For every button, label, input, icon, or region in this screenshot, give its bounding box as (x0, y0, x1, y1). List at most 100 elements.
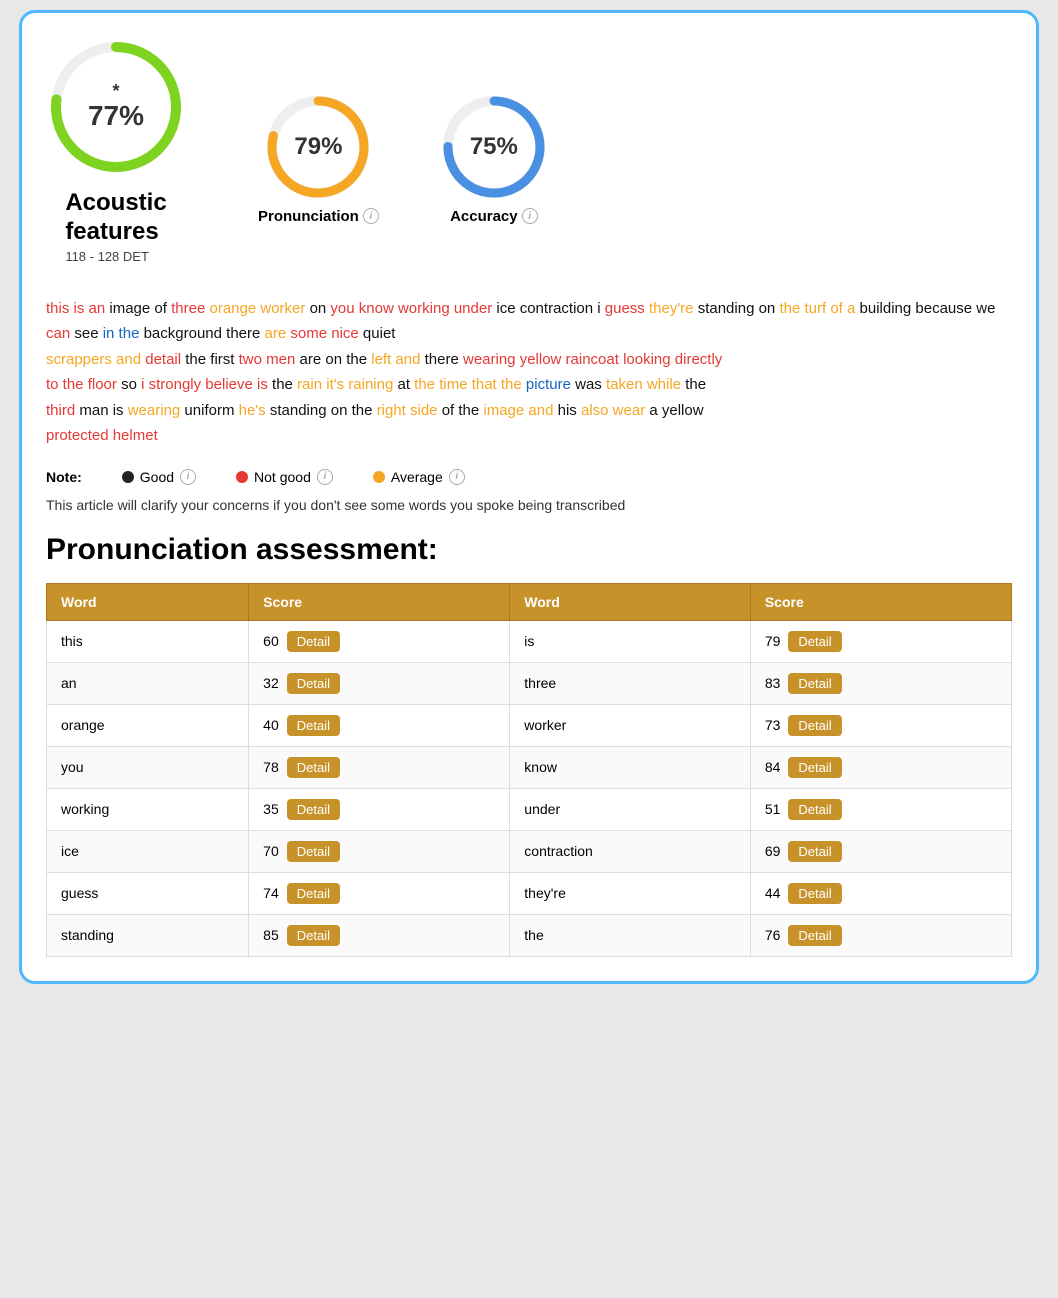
word-can: can (46, 325, 70, 342)
word-scrappers: scrappers and (46, 351, 141, 368)
word-raining: raining (348, 376, 393, 393)
detail-button-right[interactable]: Detail (788, 631, 841, 652)
word-image-and: image and (483, 402, 553, 419)
overall-score: * 77% Acoustic features 118 - 128 DET (46, 37, 186, 280)
not-good-info-icon[interactable]: i (317, 469, 333, 485)
cell-score-left: 85 Detail (249, 914, 510, 956)
table-row: orange 40 Detail worker 73 Detail (47, 704, 1012, 746)
legend-good-label: Good (140, 469, 174, 485)
detail-button-left[interactable]: Detail (287, 925, 340, 946)
overall-star: * (112, 82, 119, 100)
word-of-the: of the (442, 402, 480, 419)
legend-not-good: Not good i (236, 469, 333, 485)
accuracy-info-icon[interactable]: i (522, 208, 538, 224)
word-see: see (74, 325, 98, 342)
word-in-the: in the (103, 325, 140, 342)
word-image: image of (109, 300, 167, 317)
cell-score-left: 74 Detail (249, 872, 510, 914)
table-row: working 35 Detail under 51 Detail (47, 788, 1012, 830)
cell-word-right: under (510, 788, 751, 830)
word-the-first: the first (185, 351, 234, 368)
word-uniform: uniform (184, 402, 234, 419)
word-an: an (89, 300, 106, 317)
note-label: Note: (46, 469, 82, 485)
word-was: was (575, 376, 602, 393)
good-info-icon[interactable]: i (180, 469, 196, 485)
legend-average-label: Average (391, 469, 443, 485)
cell-word-left: orange (47, 704, 249, 746)
word-is: is (257, 376, 268, 393)
word-is-1: is (74, 300, 85, 317)
main-card: * 77% Acoustic features 118 - 128 DET (19, 10, 1039, 984)
col-score-1: Score (249, 583, 510, 620)
col-score-2: Score (750, 583, 1011, 620)
cell-word-right: they're (510, 872, 751, 914)
legend-not-good-label: Not good (254, 469, 311, 485)
word-standing-on2: standing on the (270, 402, 373, 419)
detail-button-right[interactable]: Detail (788, 757, 841, 778)
word-the-rain: the (272, 376, 293, 393)
detail-button-right[interactable]: Detail (788, 673, 841, 694)
pronunciation-table: Word Score Word Score this 60 Detail is … (46, 583, 1012, 957)
detail-button-right[interactable]: Detail (788, 799, 841, 820)
cell-word-left: an (47, 662, 249, 704)
word-protected: protected (46, 427, 109, 444)
acoustic-section: Acoustic features 118 - 128 DET (65, 189, 166, 264)
detail-button-left[interactable]: Detail (287, 631, 340, 652)
word-man-is: man is (79, 402, 123, 419)
cell-word-left: guess (47, 872, 249, 914)
top-scores-section: * 77% Acoustic features 118 - 128 DET (46, 37, 1012, 280)
note-section: Note: Good i Not good i Average i (46, 469, 1012, 485)
word-believe: believe (205, 376, 253, 393)
dot-good (122, 471, 134, 483)
cell-word-left: standing (47, 914, 249, 956)
legend-good: Good i (122, 469, 196, 485)
overall-pct: 77% (88, 100, 144, 132)
cell-word-right: three (510, 662, 751, 704)
average-info-icon[interactable]: i (449, 469, 465, 485)
word-third: third (46, 402, 75, 419)
detail-button-left[interactable]: Detail (287, 799, 340, 820)
table-row: ice 70 Detail contraction 69 Detail (47, 830, 1012, 872)
word-helmet: helmet (113, 427, 158, 444)
detail-button-left[interactable]: Detail (287, 841, 340, 862)
cell-score-right: 44 Detail (750, 872, 1011, 914)
word-some-nice: some nice (290, 325, 358, 342)
word-two-men: two men (239, 351, 296, 368)
detail-button-left[interactable]: Detail (287, 715, 340, 736)
word-there: there (425, 351, 459, 368)
accuracy-label: Accuracy i (450, 208, 538, 225)
cell-score-right: 51 Detail (750, 788, 1011, 830)
detail-button-right[interactable]: Detail (788, 841, 841, 862)
dot-average (373, 471, 385, 483)
detail-button-right[interactable]: Detail (788, 883, 841, 904)
table-row: guess 74 Detail they're 44 Detail (47, 872, 1012, 914)
detail-button-left[interactable]: Detail (287, 883, 340, 904)
word-are-on: are on the (300, 351, 368, 368)
cell-score-right: 76 Detail (750, 914, 1011, 956)
cell-score-right: 79 Detail (750, 620, 1011, 662)
cell-word-left: this (47, 620, 249, 662)
detail-button-right[interactable]: Detail (788, 925, 841, 946)
detail-button-left[interactable]: Detail (287, 673, 340, 694)
pronunciation-circle: 79% (263, 92, 373, 202)
word-a-yellow: a yellow (649, 402, 703, 419)
word-background: background there (144, 325, 261, 342)
pronunciation-info-icon[interactable]: i (363, 208, 379, 224)
word-also-wear: also wear (581, 402, 645, 419)
word-are: are (265, 325, 287, 342)
cell-word-right: is (510, 620, 751, 662)
cell-word-right: contraction (510, 830, 751, 872)
word-the-time-that-the: the time that the (414, 376, 522, 393)
accuracy-score: 75% Accuracy i (439, 92, 549, 225)
word-this: this (46, 300, 69, 317)
word-three: three (171, 300, 205, 317)
word-to-the-floor: to the floor (46, 376, 117, 393)
cell-score-left: 60 Detail (249, 620, 510, 662)
word-the2: the (685, 376, 706, 393)
word-you: you know (330, 300, 393, 317)
word-hes: he's (239, 402, 266, 419)
table-header-row: Word Score Word Score (47, 583, 1012, 620)
detail-button-right[interactable]: Detail (788, 715, 841, 736)
detail-button-left[interactable]: Detail (287, 757, 340, 778)
